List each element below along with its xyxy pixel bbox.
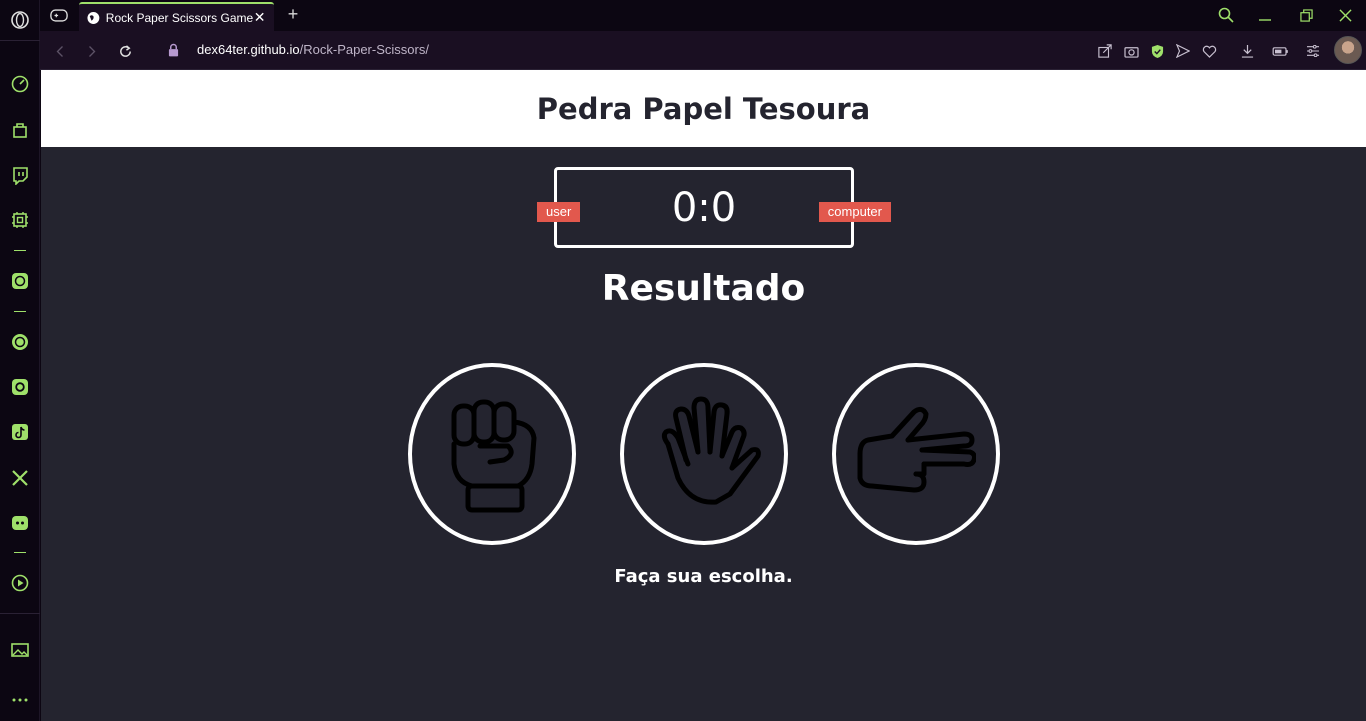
easy-setup-icon[interactable] [1303,41,1323,61]
download-icon[interactable] [1237,41,1257,61]
globe-icon [87,11,100,24]
tab-strip: Rock Paper Scissors Game ✕ + [40,0,1366,31]
camera-icon[interactable] [1121,41,1141,61]
gamepad-icon[interactable] [48,5,70,25]
score: 0:0 [671,184,737,231]
url-host: dex64ter.github.io [197,42,300,57]
fist-icon [451,399,537,513]
url-field[interactable]: dex64ter.github.io/Rock-Paper-Scissors/ [197,42,429,57]
address-bar: dex64ter.github.io/Rock-Paper-Scissors/ [40,31,1366,70]
computer-badge: computer [818,202,891,222]
x-icon[interactable] [8,466,32,490]
url-path: /Rock-Paper-Scissors/ [299,42,429,57]
tab-active[interactable]: Rock Paper Scissors Game ✕ [79,2,274,31]
gallery-icon[interactable] [8,638,32,662]
scissors-choice-button[interactable] [832,363,1000,545]
speed-dial-icon[interactable] [8,72,32,96]
chatgpt-icon[interactable] [8,269,32,293]
page-title: Pedra Papel Tesoura [536,91,871,126]
forward-icon[interactable] [81,40,103,62]
browser-sidebar [0,0,40,721]
whatsapp-icon[interactable] [8,330,32,354]
more-icon[interactable] [8,688,32,712]
battery-icon[interactable] [1270,41,1290,61]
opera-logo-icon[interactable] [8,8,32,32]
gx-control-icon[interactable] [8,208,32,232]
paper-choice-button[interactable] [620,363,788,545]
close-tab-icon[interactable]: ✕ [253,9,266,26]
page-header: Pedra Papel Tesoura [41,70,1366,147]
close-window-icon[interactable] [1334,4,1356,26]
twitch-icon[interactable] [8,163,32,187]
share-icon[interactable] [1095,41,1115,61]
player-icon[interactable] [8,571,32,595]
heart-icon[interactable] [1199,41,1219,61]
choice-prompt: Faça sua escolha. [614,566,793,587]
back-icon[interactable] [49,40,71,62]
new-tab-button[interactable]: + [283,4,303,24]
lock-icon[interactable] [168,43,179,62]
shield-icon[interactable] [1147,41,1167,61]
instagram-icon[interactable] [8,375,32,399]
avatar[interactable] [1334,36,1362,64]
scoreboard: user 0:0 computer [537,167,891,248]
discord-icon[interactable] [8,511,32,535]
bag-icon[interactable] [8,118,32,142]
search-tabs-icon[interactable] [1215,4,1237,26]
open-hand-icon [661,396,761,505]
minimize-icon[interactable] [1254,4,1276,26]
reload-icon[interactable] [114,40,136,62]
rock-choice-button[interactable] [408,363,576,545]
user-badge: user [537,202,581,222]
tiktok-icon[interactable] [8,420,32,444]
tab-title: Rock Paper Scissors Game [105,10,254,25]
send-icon[interactable] [1173,41,1193,61]
restore-icon[interactable] [1295,4,1317,26]
scissors-hand-icon [857,406,976,493]
page-content: Pedra Papel Tesoura user 0:0 computer Re… [41,70,1366,721]
result-text: Resultado [601,268,806,309]
